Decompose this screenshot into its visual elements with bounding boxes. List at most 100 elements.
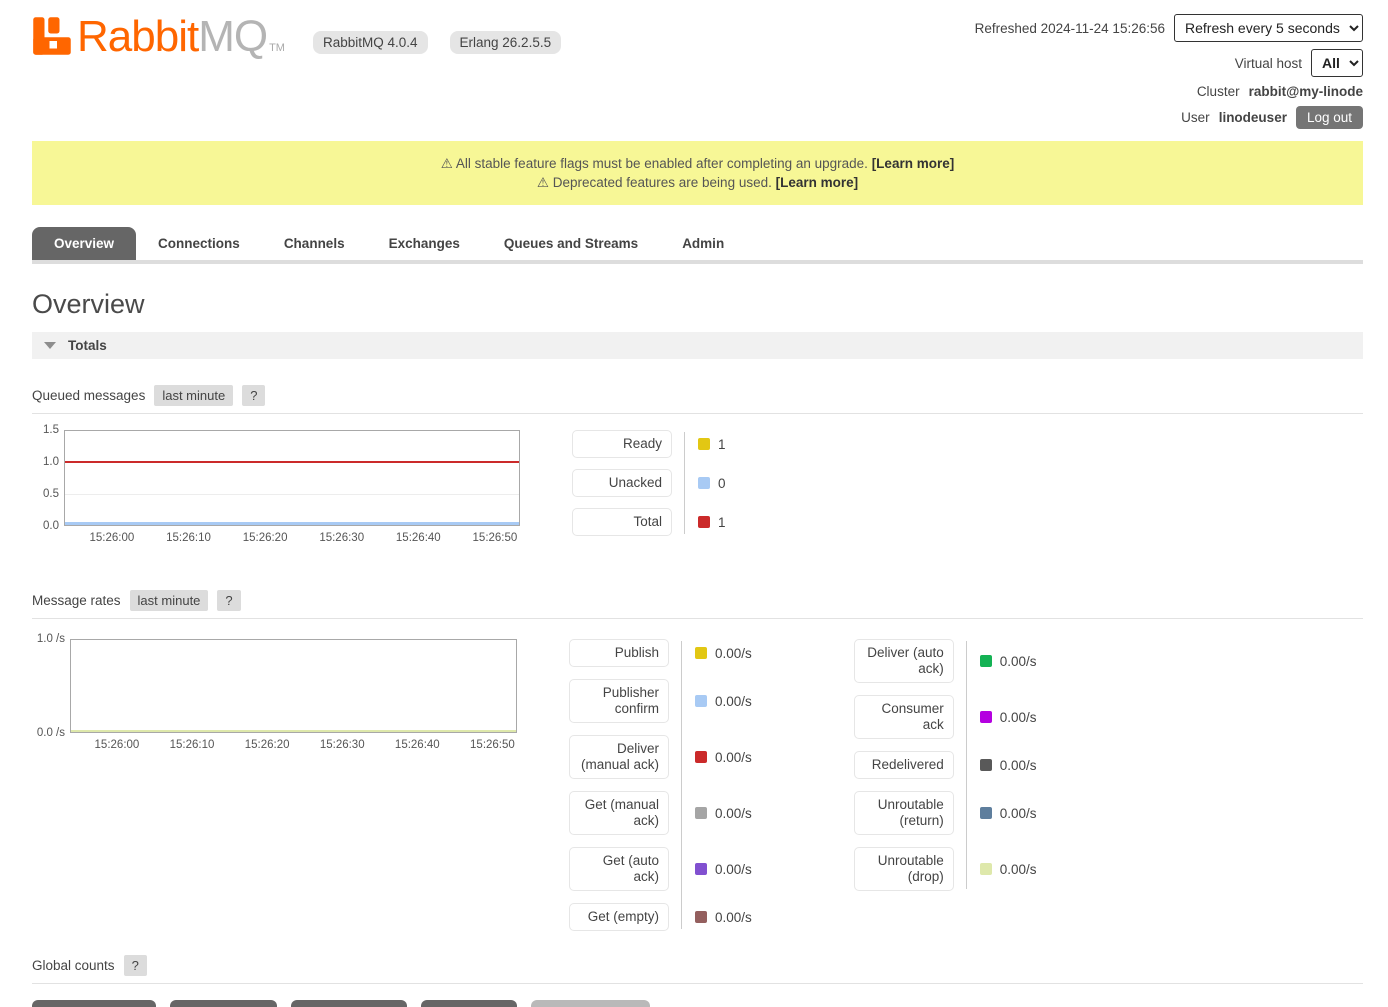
legend-row: Get (manual ack) 0.00/s <box>569 791 752 835</box>
legend-label-ready: Ready <box>572 430 672 458</box>
legend-value: 0.00/s <box>715 646 752 661</box>
status-block: Refreshed 2024-11-24 15:26:56 Refresh ev… <box>975 14 1363 129</box>
help-badge[interactable]: ? <box>124 955 147 976</box>
legend-label-unroutable-return: Unroutable (return) <box>854 791 954 835</box>
consumers-count-button: Consumers:0 <box>531 1000 649 1007</box>
y-tick-label: 1.0 /s <box>37 633 65 645</box>
logo-text: RabbitMQTM <box>77 16 285 58</box>
queued-messages-section: Queued messages last minute ? 1.5 1.0 0.… <box>32 385 1363 550</box>
refresh-interval-select[interactable]: Refresh every 5 seconds <box>1174 14 1363 42</box>
queued-messages-legend: Ready 1 Unacked 0 Total 1 <box>572 430 726 536</box>
logout-button[interactable]: Log out <box>1296 106 1363 129</box>
x-axis: 15:26:00 15:26:10 15:26:20 15:26:30 15:2… <box>70 737 517 757</box>
legend-value: 0 <box>718 476 726 491</box>
y-tick-label: 1.5 <box>43 424 59 436</box>
x-tick-label: 15:26:10 <box>170 739 215 751</box>
legend-value: 0.00/s <box>1000 758 1037 773</box>
x-tick-label: 15:26:40 <box>396 532 441 544</box>
y-axis: 1.5 1.0 0.5 0.0 <box>32 430 64 526</box>
user-label: User <box>1181 110 1210 125</box>
help-badge[interactable]: ? <box>217 590 240 611</box>
y-tick-label: 0.0 /s <box>37 727 65 739</box>
section-title: Queued messages <box>32 388 145 403</box>
tab-channels[interactable]: Channels <box>262 227 367 260</box>
global-counts-header: Global counts ? <box>32 955 1363 984</box>
x-tick-label: 15:26:10 <box>166 532 211 544</box>
x-tick-label: 15:26:20 <box>243 532 288 544</box>
exchanges-count-button[interactable]: Exchanges:8 <box>291 1000 407 1007</box>
virtual-host-label: Virtual host <box>1235 56 1302 71</box>
warning-text: All stable feature flags must be enabled… <box>456 156 868 171</box>
legend-row: Ready 1 <box>572 430 726 458</box>
unacked-series-line <box>65 522 519 525</box>
legend-color-swatch <box>980 807 992 819</box>
legend-color-swatch <box>695 863 707 875</box>
x-tick-label: 15:26:00 <box>95 739 140 751</box>
time-range-badge[interactable]: last minute <box>154 385 233 406</box>
totals-section-toggle[interactable]: Totals <box>32 332 1363 359</box>
rabbitmq-management-page: RabbitMQTM RabbitMQ 4.0.4 Erlang 26.2.5.… <box>0 0 1388 1007</box>
tab-overview[interactable]: Overview <box>32 227 136 260</box>
section-title: Global counts <box>32 958 115 973</box>
queues-count-button[interactable]: Queues:1 <box>421 1000 518 1007</box>
legend-value: 0.00/s <box>715 862 752 877</box>
legend-row: Publisher confirm 0.00/s <box>569 679 752 723</box>
connections-count-button[interactable]: Connections:0 <box>32 1000 156 1007</box>
gridline <box>65 494 519 495</box>
learn-more-link[interactable]: [Learn more] <box>776 175 859 190</box>
warning-text: Deprecated features are being used. <box>553 175 772 190</box>
legend-label-get-manual-ack: Get (manual ack) <box>569 791 669 835</box>
legend-color-swatch <box>980 655 992 667</box>
collapse-triangle-icon <box>44 342 56 349</box>
legend-row: Publish 0.00/s <box>569 639 752 667</box>
legend-label-redelivered: Redelivered <box>854 751 954 779</box>
legend-row: Consumer ack 0.00/s <box>854 695 1037 739</box>
global-counts-section: Global counts ? Connections:0 Channels:0… <box>32 955 1363 1007</box>
cluster-name: rabbit@my-linode <box>1249 84 1363 99</box>
refreshed-timestamp: Refreshed 2024-11-24 15:26:56 <box>975 21 1165 36</box>
legend-value: 0.00/s <box>1000 710 1037 725</box>
legend-value: 0.00/s <box>715 694 752 709</box>
legend-color-swatch <box>695 911 707 923</box>
x-tick-label: 15:26:30 <box>320 739 365 751</box>
x-tick-label: 15:26:50 <box>473 532 518 544</box>
warning-banner: ⚠ All stable feature flags must be enabl… <box>32 141 1363 205</box>
legend-row: Get (empty) 0.00/s <box>569 903 752 931</box>
legend-color-swatch <box>698 516 710 528</box>
virtual-host-select[interactable]: All <box>1311 49 1363 77</box>
legend-value: 0.00/s <box>1000 806 1037 821</box>
time-range-badge[interactable]: last minute <box>130 590 209 611</box>
legend-label-total: Total <box>572 508 672 536</box>
help-badge[interactable]: ? <box>242 385 265 406</box>
legend-color-swatch <box>695 695 707 707</box>
warning-icon: ⚠ <box>537 175 549 190</box>
legend-row: Get (auto ack) 0.00/s <box>569 847 752 891</box>
message-rates-chart <box>70 639 517 733</box>
tab-admin[interactable]: Admin <box>660 227 746 260</box>
legend-color-swatch <box>695 751 707 763</box>
message-rates-legend-right: Deliver (auto ack) 0.00/s Consumer ack 0… <box>854 639 1037 891</box>
legend-value: 0.00/s <box>1000 654 1037 669</box>
legend-color-swatch <box>698 477 710 489</box>
tab-connections[interactable]: Connections <box>136 227 262 260</box>
legend-value: 0.00/s <box>715 750 752 765</box>
channels-count-button[interactable]: Channels:0 <box>170 1000 276 1007</box>
logo-mq: MQ <box>198 12 267 61</box>
main-tabs: Overview Connections Channels Exchanges … <box>32 227 1363 264</box>
tab-queues-and-streams[interactable]: Queues and Streams <box>482 227 660 260</box>
tab-exchanges[interactable]: Exchanges <box>367 227 482 260</box>
legend-label-get-empty: Get (empty) <box>569 903 669 931</box>
section-title: Message rates <box>32 593 121 608</box>
logo-rabbit: Rabbit <box>77 12 198 61</box>
legend-value: 1 <box>718 437 726 452</box>
totals-label: Totals <box>68 338 107 353</box>
total-series-line <box>65 461 519 463</box>
rabbitmq-logo[interactable]: RabbitMQTM <box>32 14 285 58</box>
legend-row: Deliver (manual ack) 0.00/s <box>569 735 752 779</box>
legend-color-swatch <box>698 438 710 450</box>
legend-color-swatch <box>695 807 707 819</box>
learn-more-link[interactable]: [Learn more] <box>872 156 955 171</box>
legend-label-get-auto-ack: Get (auto ack) <box>569 847 669 891</box>
legend-label-unroutable-drop: Unroutable (drop) <box>854 847 954 891</box>
rabbitmq-logo-icon <box>32 14 72 58</box>
